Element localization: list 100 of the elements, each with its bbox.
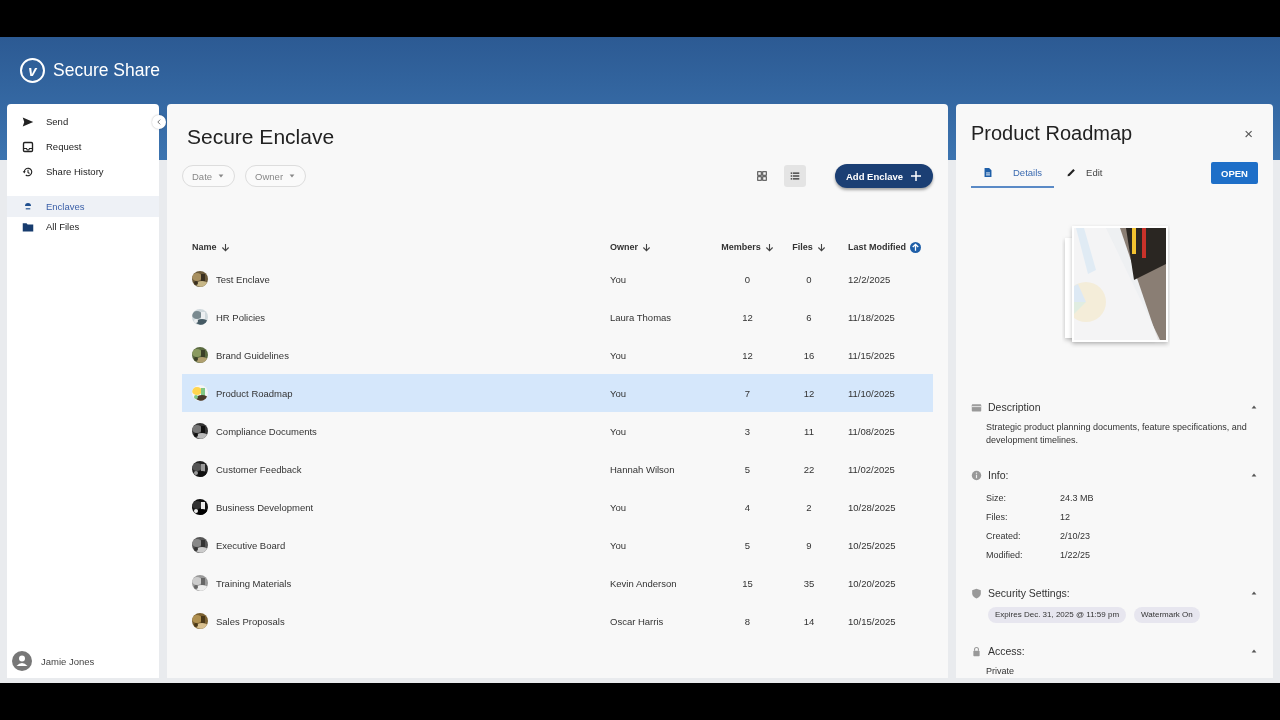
document-icon	[983, 166, 993, 178]
table-cell: 12	[742, 311, 753, 323]
nav-item[interactable]: Request	[7, 134, 150, 159]
list-icon	[789, 171, 800, 181]
table-cell-text: 11/15/2025	[847, 349, 895, 361]
table-cell: 15	[742, 577, 753, 589]
table-row[interactable]: HR Policies Laura Thomas 12 6 11/18/2025	[182, 298, 933, 336]
table-cell-text: 10/20/2025	[847, 577, 896, 589]
table-row[interactable]: Test Enclave You 0 0 12/2/2025	[182, 260, 933, 298]
arrow-down-icon	[816, 242, 826, 252]
chevron-left-icon	[156, 119, 162, 125]
open-button[interactable]: OPEN	[1211, 162, 1258, 184]
enclave-name: Business Development	[216, 501, 314, 513]
nav-item[interactable]: Send	[7, 109, 150, 134]
table-cell: 16	[803, 349, 815, 361]
table-cell: 14	[803, 615, 815, 627]
column-header[interactable]: Members	[721, 242, 774, 252]
nav-item[interactable]: Enclaves	[7, 196, 159, 217]
enclave-name: Product Roadmap	[216, 387, 293, 399]
enclave-name: Customer Feedback	[216, 463, 302, 475]
table-cell: Kevin Anderson	[610, 577, 677, 589]
column-header[interactable]: Owner	[610, 242, 651, 252]
field-value: 24.3 MB	[1060, 492, 1095, 505]
field-label: Created:	[986, 530, 1022, 543]
table-cell: 6	[806, 311, 812, 323]
field-value: 1/22/25	[1060, 549, 1092, 562]
app-logo: v	[20, 58, 45, 83]
folder-icon	[22, 220, 34, 233]
table-cell: 5	[744, 539, 751, 551]
field-label: Modified:	[986, 549, 1024, 562]
table-row[interactable]: Training Materials Kevin Anderson 15 35 10/20/2025	[182, 564, 933, 602]
nav-item[interactable]: Share History	[7, 159, 150, 184]
table-cell-text: 12/2/2025	[847, 273, 891, 285]
list-view-button[interactable]	[783, 165, 806, 187]
sort-up-icon	[910, 241, 921, 253]
table-cell: You	[610, 501, 627, 513]
pencil-icon	[1066, 166, 1077, 178]
shield-icon	[971, 587, 982, 599]
caret-up-icon[interactable]	[1250, 647, 1258, 655]
table-cell-text: 11/10/2025	[847, 387, 895, 399]
table-row[interactable]: Business Development You 4 2 10/28/2025	[182, 488, 933, 526]
section-title: Info:	[988, 469, 1010, 481]
table-cell: 0	[806, 273, 812, 285]
enclave-name: HR Policies	[216, 311, 266, 323]
arrow-down-icon	[220, 242, 230, 252]
column-header[interactable]: Name	[192, 242, 230, 252]
caret-up-icon[interactable]	[1250, 471, 1258, 479]
close-button[interactable]: ×	[1239, 124, 1258, 142]
table-cell-text: 10/15/2025	[847, 615, 896, 627]
nav-item[interactable]: All Files	[7, 216, 159, 237]
section-title: Description	[988, 401, 1042, 413]
grid-icon	[756, 171, 767, 181]
plus-icon	[911, 171, 921, 181]
table-row[interactable]: Sales Proposals Oscar Harris 8 14 10/15/2025	[182, 602, 933, 640]
inbox-icon	[22, 140, 34, 153]
field-value: 2/10/23	[1060, 530, 1092, 543]
filter-chip[interactable]: Date	[182, 165, 236, 187]
field-label: Files:	[986, 511, 1009, 524]
table-cell: 0	[744, 273, 751, 285]
enclave-name: Compliance Documents	[216, 425, 317, 437]
table-cell: You	[610, 273, 627, 285]
column-header[interactable]: Files	[792, 242, 826, 252]
tag: Expires Dec. 31, 2025 @ 11:59 pm	[988, 607, 1127, 623]
section-title: Access:	[988, 645, 1026, 657]
table-row[interactable]: Product Roadmap You 7 12 11/10/2025	[182, 374, 933, 412]
add-enclave-button[interactable]: Add Enclave	[834, 164, 933, 188]
table-cell: Laura Thomas	[610, 311, 672, 323]
table-cell: Oscar Harris	[610, 615, 664, 627]
caret-up-icon[interactable]	[1250, 589, 1258, 597]
field-label: Size:	[986, 492, 1007, 505]
avatar-icon	[12, 651, 32, 671]
table-cell: 3	[744, 425, 751, 437]
table-row[interactable]: Customer Feedback Hannah Wilson 5 22 11/02/2025	[182, 450, 933, 488]
collapse-button[interactable]	[152, 115, 166, 129]
table-row[interactable]: Executive Board You 5 9 10/25/2025	[182, 526, 933, 564]
table-cell: 11	[804, 425, 814, 437]
table-cell-text: 10/28/2025	[847, 501, 896, 513]
panel-title: Product Roadmap	[971, 121, 1134, 146]
enclave-name: Executive Board	[216, 539, 286, 551]
enclave-name: Sales Proposals	[216, 615, 285, 627]
table-cell: Hannah Wilson	[610, 463, 675, 475]
table-cell: 5	[744, 463, 751, 475]
tab[interactable]: Edit	[1054, 158, 1111, 188]
caret-up-icon[interactable]	[1250, 403, 1258, 411]
table-row[interactable]: Compliance Documents You 3 11 11/08/2025	[182, 412, 933, 450]
history-icon	[22, 165, 34, 178]
table-cell: 8	[744, 615, 751, 627]
table-cell: You	[610, 349, 627, 361]
table-cell: 35	[803, 577, 815, 589]
filter-chip[interactable]: Owner	[245, 165, 307, 187]
arrow-down-icon	[642, 242, 651, 252]
table-row[interactable]: Brand Guidelines You 12 16 11/15/2025	[182, 336, 933, 374]
tab[interactable]: Details	[971, 158, 1055, 188]
table-cell: You	[610, 425, 627, 437]
section-title: Security Settings:	[988, 587, 1071, 599]
table-cell: You	[610, 539, 627, 551]
table-cell: You	[610, 387, 627, 399]
column-header[interactable]: Last Modified	[833, 241, 921, 253]
table-cell: 2	[806, 501, 812, 513]
table-cell-text: 11/02/2025	[847, 463, 895, 475]
